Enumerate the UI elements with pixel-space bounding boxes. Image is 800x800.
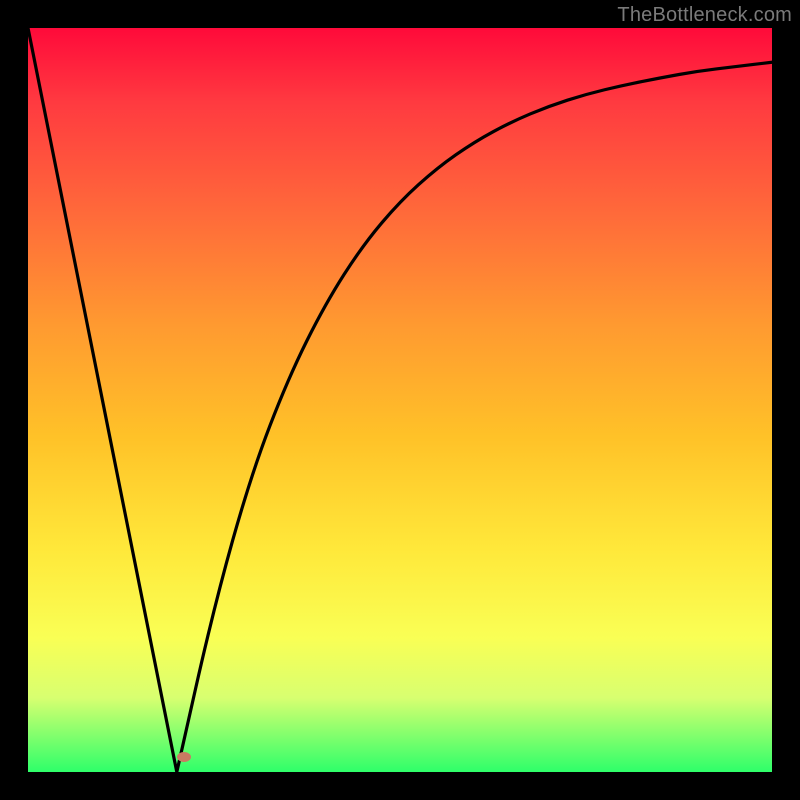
optimal-marker — [177, 752, 191, 762]
watermark-text: TheBottleneck.com — [617, 4, 792, 27]
bottleneck-curve — [28, 28, 772, 772]
chart-frame: TheBottleneck.com — [0, 0, 800, 800]
plot-area — [28, 28, 772, 772]
